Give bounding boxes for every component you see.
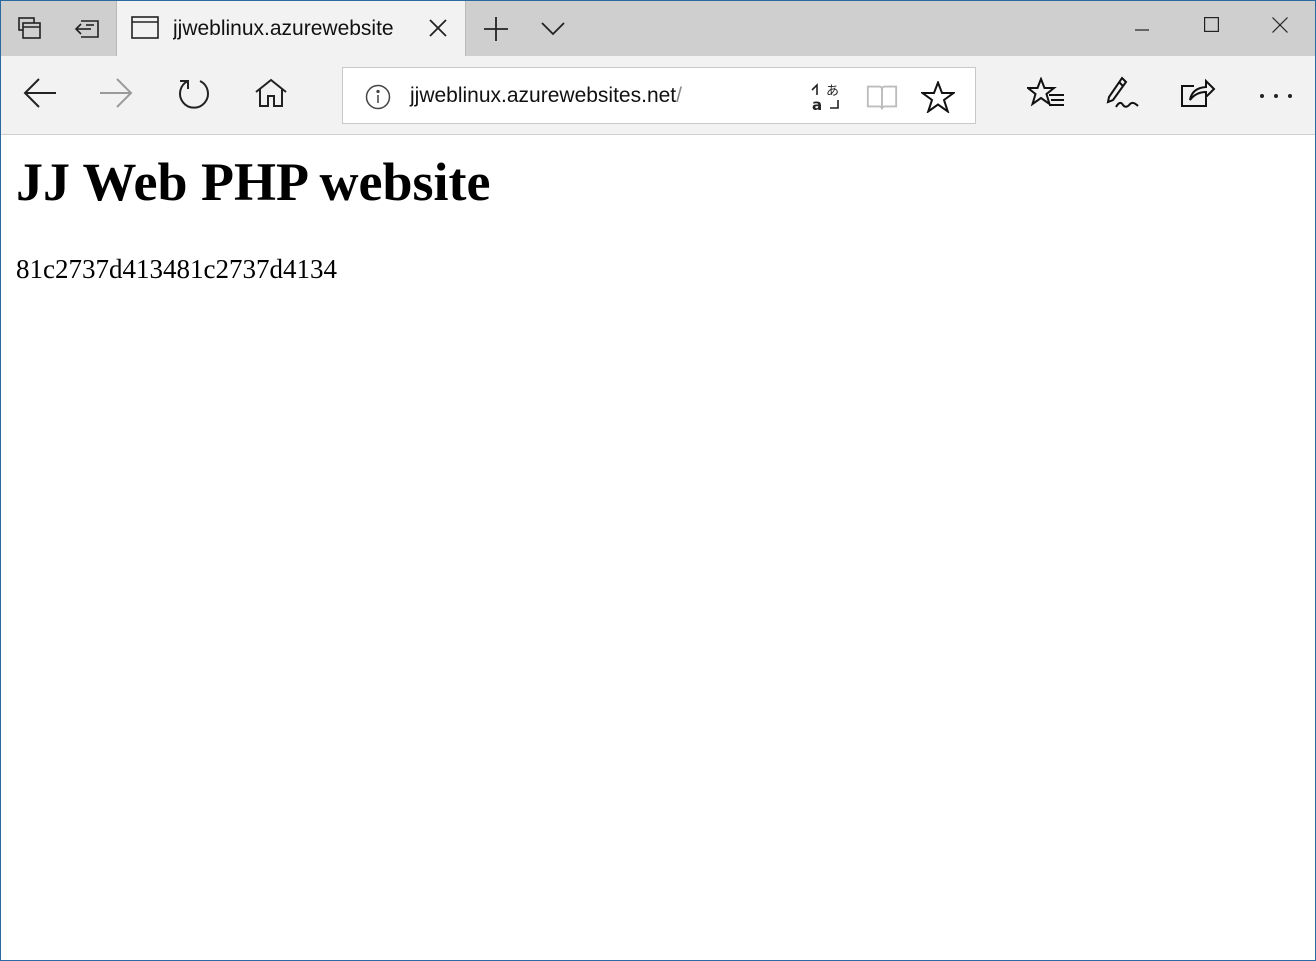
- active-tab[interactable]: jjweblinux.azurewebsite: [116, 1, 466, 56]
- refresh-button[interactable]: [163, 56, 225, 134]
- more-button[interactable]: [1245, 56, 1307, 134]
- back-button[interactable]: [9, 56, 71, 134]
- page-heading: JJ Web PHP website: [16, 152, 491, 212]
- site-info-icon[interactable]: [365, 84, 391, 115]
- close-icon: [1272, 16, 1288, 38]
- browser-window: jjweblinux.azurewebsite jjweblinux.azure…: [0, 0, 1316, 961]
- new-tab-icon: [483, 16, 509, 42]
- url-host: jjweblinux.azurewebsites.net: [410, 84, 677, 107]
- maximize-button[interactable]: [1177, 1, 1245, 53]
- svg-text:あ: あ: [826, 84, 839, 99]
- url-path: /: [676, 84, 682, 107]
- close-window-button[interactable]: [1246, 1, 1314, 53]
- refresh-icon: [177, 76, 211, 115]
- translate-icon[interactable]: あ a: [809, 81, 843, 113]
- back-icon: [23, 77, 57, 113]
- home-icon: [254, 78, 288, 113]
- favorites-hub-icon: [1025, 75, 1065, 114]
- new-tab-button[interactable]: [467, 1, 525, 56]
- navigation-toolbar: jjweblinux.azurewebsites.net/ あ a: [1, 56, 1315, 135]
- forward-icon: [99, 77, 133, 113]
- tab-list-chevron-icon: [541, 21, 565, 36]
- maximize-icon: [1203, 17, 1219, 37]
- more-icon: [1259, 86, 1293, 104]
- address-bar[interactable]: jjweblinux.azurewebsites.net/ あ a: [342, 67, 976, 124]
- page-text: 81c2737d413481c2737d4134: [16, 254, 337, 284]
- minimize-icon: [1135, 18, 1149, 36]
- forward-button[interactable]: [85, 56, 147, 134]
- url-text[interactable]: jjweblinux.azurewebsites.net/: [410, 83, 682, 109]
- web-notes-button[interactable]: [1091, 56, 1153, 134]
- share-icon: [1180, 78, 1216, 113]
- web-notes-icon: [1104, 75, 1140, 115]
- reading-view-icon[interactable]: [865, 81, 899, 113]
- page-icon: [131, 16, 159, 45]
- tab-list-button[interactable]: [525, 1, 581, 56]
- tab-close-icon[interactable]: [427, 17, 449, 44]
- home-button[interactable]: [240, 56, 302, 134]
- tabs-aside-icon: [17, 16, 43, 42]
- favorites-hub-button[interactable]: [1015, 56, 1077, 134]
- tab-title: jjweblinux.azurewebsite: [173, 17, 394, 40]
- tabs-aside-button[interactable]: [1, 1, 59, 56]
- svg-text:a: a: [812, 96, 822, 112]
- favorite-star-icon[interactable]: [921, 81, 955, 113]
- minimize-button[interactable]: [1108, 1, 1176, 53]
- set-tabs-aside-icon: [73, 17, 101, 41]
- set-tabs-aside-button[interactable]: [59, 1, 115, 56]
- tab-strip: jjweblinux.azurewebsite: [1, 1, 1315, 56]
- share-button[interactable]: [1167, 56, 1229, 134]
- web-page-content: JJ Web PHP website 81c2737d413481c2737d4…: [1, 135, 1315, 960]
